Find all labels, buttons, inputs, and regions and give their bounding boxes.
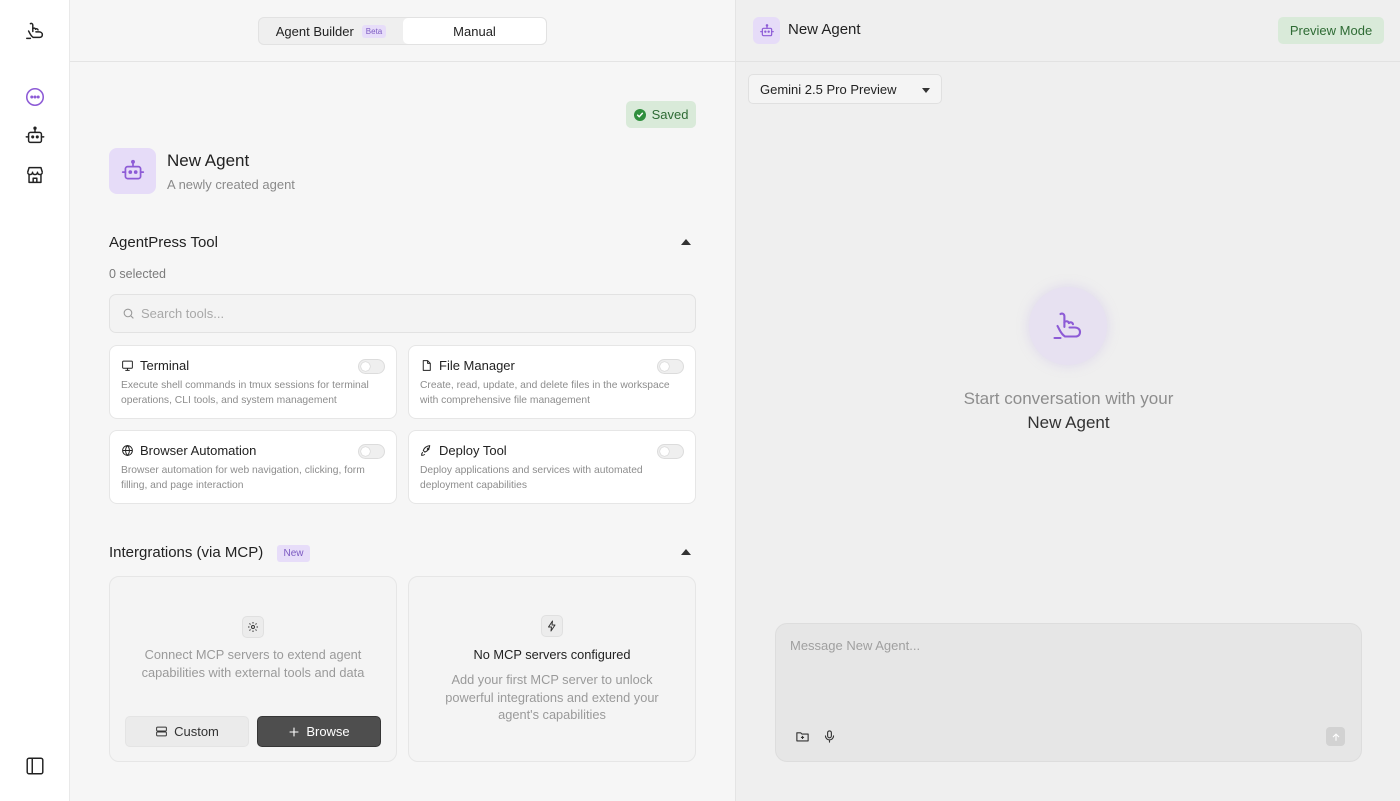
preview-topbar: New Agent Preview Mode (736, 0, 1400, 62)
mcp-empty-title: No MCP servers configured (473, 647, 631, 662)
tool-name: Browser Automation (140, 443, 257, 458)
tab-agent-builder-label: Agent Builder (275, 23, 354, 39)
attach-folder-icon[interactable] (793, 727, 811, 745)
robot-icon[interactable] (23, 124, 47, 148)
tool-card-deploy-header: Deploy Tool (420, 443, 507, 458)
mcp-empty-text: Add your first MCP server to unlock powe… (445, 672, 659, 722)
browse-button-label: Browse (306, 724, 350, 739)
tool-card-file-manager-header: File Manager (420, 358, 515, 373)
message-composer (775, 623, 1362, 762)
search-icon (123, 308, 134, 319)
deploy-tool-toggle[interactable] (657, 444, 684, 459)
tool-card-file-manager[interactable]: File Manager Create, read, update, and d… (408, 345, 696, 419)
lightning-icon (541, 615, 563, 637)
hero-hand-icon (1029, 287, 1107, 365)
logo-hand-icon[interactable] (23, 19, 47, 43)
tool-description: Deploy applications and services with au… (420, 465, 643, 491)
start-conversation-agent: New Agent (1027, 413, 1110, 432)
message-input[interactable] (790, 638, 1345, 708)
globe-icon (122, 444, 133, 457)
model-select[interactable]: Gemini 2.5 Pro Preview (748, 74, 942, 104)
browse-button[interactable]: Browse (257, 716, 381, 747)
tool-description: Execute shell commands in tmux sessions … (121, 380, 369, 406)
terminal-icon (122, 360, 133, 371)
tools-section-title: AgentPress Tool (109, 234, 218, 251)
mode-tabs: Agent Builder Beta Manual (258, 17, 547, 45)
builder-panel: Agent Builder Beta Manual Saved New Agen… (70, 0, 735, 801)
preview-agent-title: New Agent (788, 21, 861, 38)
rocket-icon (421, 445, 431, 456)
agent-description[interactable]: A newly created agent (167, 177, 295, 192)
preview-panel: New Agent Preview Mode Gemini 2.5 Pro Pr… (735, 0, 1400, 801)
integrations-section-title: Intergrations (via MCP) (109, 544, 264, 561)
tab-manual-label: Manual (453, 23, 496, 39)
terminal-toggle[interactable] (358, 359, 385, 374)
search-tools-input[interactable] (141, 306, 661, 321)
saved-label: Saved (651, 107, 689, 122)
preview-mode-badge: Preview Mode (1278, 17, 1384, 44)
panel-toggle-icon[interactable] (23, 754, 47, 778)
mcp-connect-text: Connect MCP servers to extend agent capa… (141, 647, 365, 680)
collapse-tools-caret-icon[interactable] (681, 239, 691, 245)
selected-count: 0 selected (109, 267, 166, 281)
microphone-icon[interactable] (820, 727, 838, 745)
new-badge: New (277, 545, 310, 562)
tool-card-terminal-header: Terminal (121, 358, 189, 373)
beta-badge: Beta (361, 24, 387, 38)
browser-automation-toggle[interactable] (358, 444, 385, 459)
check-circle-icon (633, 108, 646, 121)
tool-card-terminal[interactable]: Terminal Execute shell commands in tmux … (109, 345, 397, 419)
send-button[interactable] (1326, 727, 1345, 746)
plus-icon (289, 726, 299, 737)
tool-card-browser-automation[interactable]: Browser Automation Browser automation fo… (109, 430, 397, 504)
tool-card-browser-header: Browser Automation (121, 443, 256, 458)
builder-topbar: Agent Builder Beta Manual (70, 0, 735, 62)
mcp-connect-card: Connect MCP servers to extend agent capa… (109, 576, 397, 762)
store-icon[interactable] (23, 163, 47, 187)
tool-search (109, 294, 696, 333)
collapse-integrations-caret-icon[interactable] (681, 549, 691, 555)
arrow-up-icon (1332, 733, 1339, 741)
tool-name: File Manager (439, 358, 515, 373)
custom-button-label: Custom (174, 724, 219, 739)
tool-description: Browser automation for web navigation, c… (121, 465, 365, 491)
chevron-down-icon (922, 88, 930, 93)
model-select-label: Gemini 2.5 Pro Preview (760, 81, 897, 97)
tab-agent-builder[interactable]: Agent Builder Beta (259, 18, 403, 44)
agent-name[interactable]: New Agent (167, 151, 249, 171)
custom-button[interactable]: Custom (125, 716, 249, 747)
chat-icon[interactable] (23, 85, 47, 109)
robot-icon (121, 159, 144, 180)
tool-description: Create, read, update, and delete files i… (420, 380, 670, 406)
tool-name: Terminal (140, 358, 190, 373)
agent-avatar[interactable] (109, 148, 156, 194)
gear-icon (242, 616, 264, 638)
server-icon (156, 726, 167, 737)
sidebar (0, 0, 70, 801)
tool-name: Deploy Tool (439, 443, 507, 458)
robot-icon (753, 17, 780, 44)
saved-badge: Saved (626, 101, 696, 128)
tab-manual[interactable]: Manual (403, 18, 546, 44)
file-manager-toggle[interactable] (657, 359, 684, 374)
start-conversation-text: Start conversation with your (963, 389, 1174, 408)
file-icon (422, 360, 431, 371)
mcp-empty-card: No MCP servers configured Add your first… (408, 576, 696, 762)
tool-card-deploy-tool[interactable]: Deploy Tool Deploy applications and serv… (408, 430, 696, 504)
